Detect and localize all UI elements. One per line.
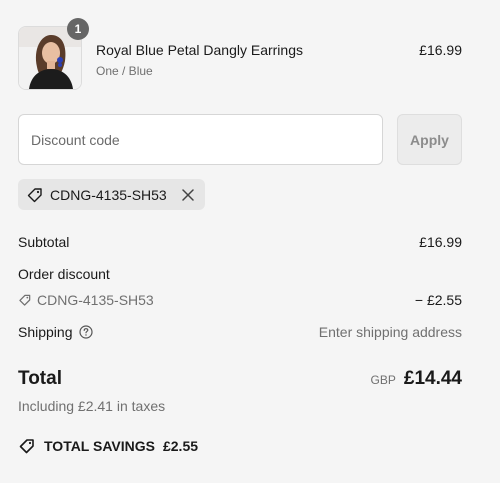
order-discount-value: − £2.55 [414, 292, 462, 308]
product-price: £16.99 [419, 42, 462, 58]
help-circle-icon[interactable] [78, 325, 93, 339]
total-row: Total GBP £14.44 [18, 368, 462, 394]
quantity-badge: 1 [67, 18, 89, 40]
discount-code-input[interactable] [19, 115, 382, 164]
shipping-label: Shipping [18, 324, 73, 340]
total-label: Total [18, 368, 62, 389]
taxes-text: Including £2.41 in taxes [18, 398, 166, 414]
total-amount: £14.44 [403, 368, 462, 389]
order-summary: 1 Royal Blue Petal Dangly Earrings One /… [0, 0, 500, 483]
tag-icon [19, 294, 31, 306]
savings-value: £2.55 [162, 438, 199, 454]
tag-icon [26, 186, 44, 204]
order-discount-code: CDNG-4135-SH53 [18, 292, 154, 308]
tag-icon [18, 437, 36, 455]
total-savings: TOTAL SAVINGS £2.55 [18, 437, 198, 455]
apply-button[interactable]: Apply [397, 114, 462, 165]
applied-discount-tag: CDNG-4135-SH53 [18, 179, 205, 210]
order-discount-label: Order discount [18, 266, 110, 282]
product-name: Royal Blue Petal Dangly Earrings [96, 42, 303, 58]
subtotal-value: £16.99 [419, 234, 462, 250]
shipping-label-group: Shipping [18, 324, 93, 340]
close-icon [181, 188, 194, 201]
line-item: 1 Royal Blue Petal Dangly Earrings One /… [18, 18, 462, 90]
shipping-value: Enter shipping address [318, 324, 462, 340]
total-value-group: GBP £14.44 [371, 368, 462, 390]
savings-label: TOTAL SAVINGS [44, 438, 155, 454]
subtotal-label: Subtotal [18, 234, 70, 250]
applied-code-label: CDNG-4135-SH53 [50, 186, 167, 203]
order-discount-code-text: CDNG-4135-SH53 [37, 292, 154, 308]
discount-code-field[interactable] [18, 114, 383, 165]
remove-discount-button[interactable] [179, 186, 197, 204]
product-variant: One / Blue [96, 64, 153, 78]
currency-code: GBP [370, 373, 396, 387]
